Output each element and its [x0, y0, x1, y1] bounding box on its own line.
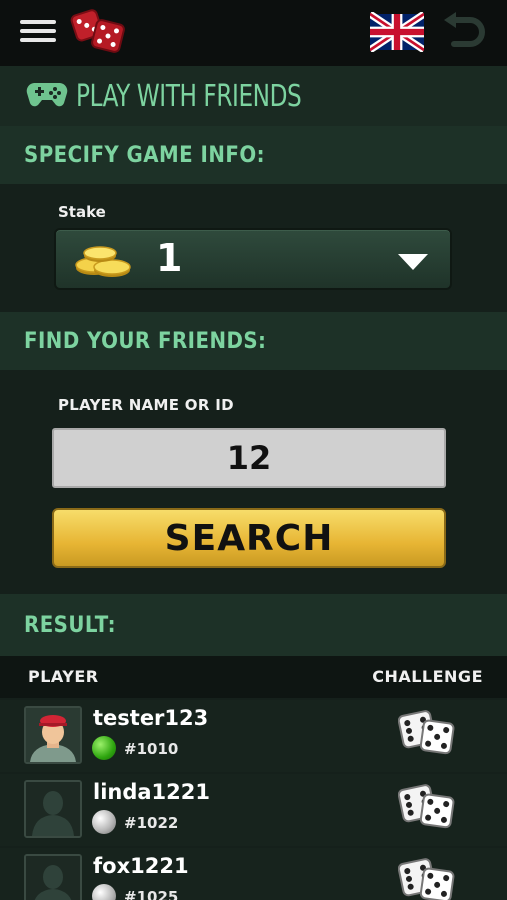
- player-name: linda1221: [93, 780, 210, 804]
- challenge-dice-button[interactable]: [397, 708, 456, 756]
- gold-coins-icon: [70, 240, 136, 284]
- result-heading: RESULT:: [0, 594, 507, 656]
- player-name-label: PLAYER NAME OR ID: [58, 396, 234, 414]
- find-friends-heading: FIND YOUR FRIENDS:: [0, 312, 507, 370]
- back-arrow-icon[interactable]: [440, 12, 486, 52]
- column-challenge: CHALLENGE: [372, 667, 483, 686]
- challenge-dice-button[interactable]: [397, 782, 456, 830]
- chevron-down-icon: [398, 254, 428, 270]
- uk-flag-icon[interactable]: [368, 11, 426, 53]
- result-table-header: PLAYER CHALLENGE: [0, 656, 507, 698]
- player-name: fox1221: [93, 854, 189, 878]
- player-id: #1010: [124, 740, 179, 758]
- avatar: [24, 780, 82, 838]
- player-name: tester123: [93, 706, 209, 730]
- top-bar: [0, 0, 507, 66]
- gamepad-icon: [26, 79, 68, 113]
- stake-dropdown[interactable]: 1: [54, 228, 452, 290]
- player-name-input[interactable]: [52, 428, 446, 488]
- title-bar: PLAY WITH FRIENDS: [0, 66, 507, 126]
- status-offline-icon: [92, 810, 116, 834]
- search-button[interactable]: SEARCH: [52, 508, 446, 568]
- avatar: [24, 854, 82, 900]
- challenge-dice-button[interactable]: [397, 856, 456, 900]
- find-friends-heading-text: FIND YOUR FRIENDS:: [24, 328, 267, 354]
- player-id: #1022: [124, 814, 179, 832]
- column-player: PLAYER: [28, 667, 99, 686]
- status-online-icon: [92, 736, 116, 760]
- game-info-heading-text: SPECIFY GAME INFO:: [24, 142, 265, 168]
- avatar: [24, 706, 82, 764]
- result-heading-text: RESULT:: [24, 612, 116, 638]
- table-row: linda1221 #1022: [0, 774, 507, 846]
- game-info-heading: SPECIFY GAME INFO:: [0, 126, 507, 184]
- stake-label: Stake: [58, 203, 106, 221]
- table-row: tester123 #1010: [0, 700, 507, 772]
- hamburger-menu-icon[interactable]: [20, 20, 56, 44]
- red-dice-logo-icon: [70, 6, 126, 58]
- page-title: PLAY WITH FRIENDS: [76, 78, 302, 114]
- stake-value: 1: [156, 236, 183, 280]
- table-row: fox1221 #1025: [0, 848, 507, 900]
- player-id: #1025: [124, 888, 179, 900]
- status-offline-icon: [92, 884, 116, 900]
